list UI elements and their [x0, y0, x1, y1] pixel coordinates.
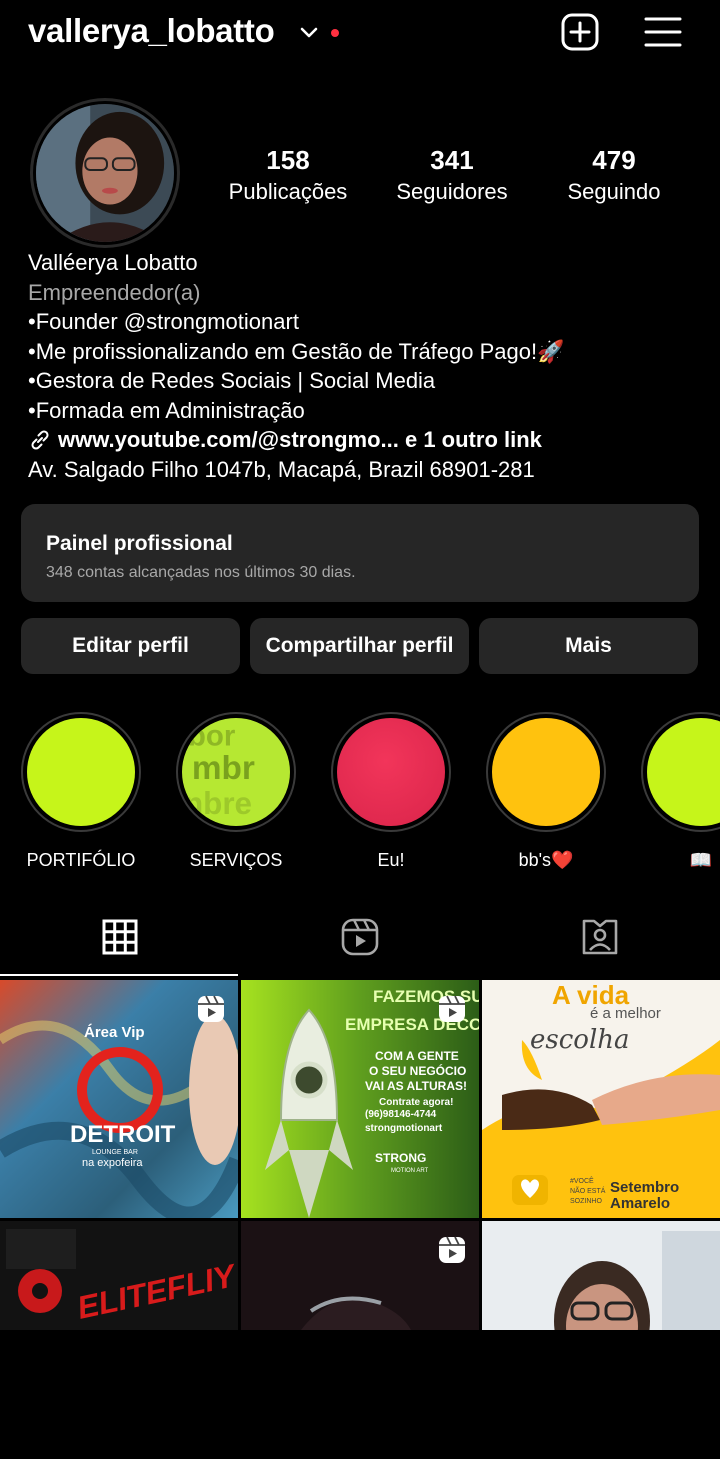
- tagged-person-icon: [582, 919, 618, 955]
- tab-posts-grid[interactable]: [0, 898, 240, 976]
- post-thumbnail[interactable]: FAZEMOS SUA EMPRESA DECOLAR COM A GENTE …: [241, 980, 479, 1218]
- post-thumbnail[interactable]: Área Vip DETROIT LOUNGE BAR na expofeira: [0, 980, 238, 1218]
- notification-dot: [331, 29, 339, 37]
- highlight-label: bb's❤️: [518, 850, 574, 870]
- profile-address[interactable]: Av. Salgado Filho 1047b, Macapá, Brazil …: [28, 455, 708, 485]
- post-text: VAI AS ALTURAS!: [365, 1079, 467, 1093]
- highlight-label: PORTIFÓLIO: [26, 850, 136, 870]
- post-text: O SEU NEGÓCIO: [369, 1063, 466, 1078]
- post-thumbnail[interactable]: ELITEFLIY: [0, 1221, 238, 1459]
- stat-label: Seguidores: [396, 179, 508, 204]
- post-thumbnail[interactable]: [482, 1221, 720, 1459]
- active-tab-indicator: [0, 974, 238, 976]
- profile-name: Valléerya Lobatto: [28, 250, 198, 275]
- dashboard-subtitle: 348 contas alcançadas nos últimos 30 dia…: [46, 564, 356, 581]
- grid-icon: [102, 919, 138, 955]
- stat-following[interactable]: 479 Seguindo: [529, 143, 699, 207]
- stat-followers[interactable]: 341 Seguidores: [367, 143, 537, 207]
- post-thumbnail[interactable]: [241, 1221, 479, 1459]
- post-text: MOTION ART: [391, 1168, 429, 1174]
- post-text: STRONG: [375, 1151, 426, 1165]
- stat-value: 479: [592, 145, 636, 175]
- tab-reels[interactable]: [240, 898, 480, 976]
- avatar-photo: [36, 104, 174, 242]
- svg-text:mbr: mbr: [192, 750, 255, 787]
- profile-bio: Valléerya Lobatto Empreendedor(a) •Found…: [28, 248, 708, 484]
- reel-badge-icon: [439, 1236, 465, 1263]
- professional-dashboard[interactable]: Painel profissional 348 contas alcançada…: [21, 504, 699, 602]
- post-text: é a melhor: [590, 1005, 661, 1022]
- bio-line: •Me profissionalizando em Gestão de Tráf…: [28, 338, 565, 364]
- highlight-bbs[interactable]: bb's❤️: [486, 712, 606, 871]
- link-icon: [31, 430, 49, 450]
- bio-line: •Formada em Administração: [28, 397, 305, 423]
- post-text: (96)98146-4744: [365, 1109, 437, 1120]
- post-text: DETROIT: [70, 1121, 176, 1148]
- more-button[interactable]: Mais: [479, 618, 698, 674]
- stat-posts[interactable]: 158 Publicações: [203, 143, 373, 207]
- highlight-cover: [492, 718, 600, 826]
- post-text: NÃO ESTÁ: [570, 1186, 606, 1195]
- post-text: na expofeira: [82, 1157, 143, 1169]
- highlight-me[interactable]: Eu!: [331, 712, 451, 871]
- highlight-cover: [647, 718, 720, 826]
- profile-avatar[interactable]: [30, 98, 180, 248]
- profile-category: Empreendedor(a): [28, 279, 201, 305]
- bio-line: •Founder @strongmotionart: [28, 309, 299, 334]
- bio-link-text[interactable]: www.youtube.com/@strongmo... e 1 outro l…: [58, 425, 542, 455]
- hamburger-menu-icon: [644, 17, 682, 47]
- edit-profile-button[interactable]: Editar perfil: [21, 618, 240, 674]
- dashboard-title: Painel profissional: [46, 532, 233, 555]
- stat-label: Publicações: [228, 179, 348, 204]
- menu-button[interactable]: [641, 10, 685, 54]
- post-text: SOZINHO: [570, 1198, 602, 1205]
- stat-label: Seguindo: [567, 179, 661, 204]
- share-profile-button[interactable]: Compartilhar perfil: [250, 618, 469, 674]
- post-text: #VOCÊ: [570, 1176, 594, 1185]
- highlight-cover: [337, 718, 445, 826]
- plus-square-icon: [561, 13, 599, 51]
- post-text: Área Vip: [84, 1024, 145, 1041]
- bio-link[interactable]: www.youtube.com/@strongmo... e 1 outro l…: [28, 425, 708, 455]
- reel-badge-icon: [198, 995, 224, 1022]
- stat-value: 158: [266, 145, 310, 175]
- reel-badge-icon: [439, 995, 465, 1022]
- highlight-label: Eu!: [377, 850, 405, 870]
- tab-tagged[interactable]: [480, 898, 720, 976]
- post-thumbnail[interactable]: A vida é a melhor escolha #VOCÊ NÃO ESTÁ…: [482, 980, 720, 1218]
- post-text: strongmotionart: [365, 1123, 443, 1134]
- bio-line: •Gestora de Redes Sociais | Social Media: [28, 368, 436, 393]
- post-text: LOUNGE BAR: [92, 1149, 138, 1156]
- post-text: Contrate agora!: [379, 1097, 453, 1108]
- highlight-cover: [27, 718, 135, 826]
- post-text: escolha: [530, 1025, 630, 1055]
- stat-value: 341: [430, 145, 474, 175]
- profile-username[interactable]: vallerya_lobatto: [28, 12, 275, 50]
- highlight-portfolio[interactable]: PORTIFÓLIO: [21, 712, 141, 871]
- highlight-label: 📖: [689, 850, 713, 870]
- highlight-cover: bor mbr nbre: [182, 718, 290, 826]
- highlight-label: SERVIÇOS: [189, 850, 283, 870]
- post-text: COM A GENTE: [375, 1049, 459, 1063]
- svg-text:nbre: nbre: [184, 786, 252, 821]
- reels-icon: [341, 918, 379, 956]
- svg-text:bor: bor: [188, 719, 236, 752]
- highlight-services[interactable]: bor mbr nbre SERVIÇOS: [176, 712, 296, 871]
- post-text: Setembro: [610, 1179, 679, 1196]
- highlight-book[interactable]: 📖: [641, 712, 720, 871]
- chevron-down-icon[interactable]: [298, 22, 320, 44]
- create-button[interactable]: [558, 10, 602, 54]
- post-text: Amarelo: [610, 1195, 670, 1212]
